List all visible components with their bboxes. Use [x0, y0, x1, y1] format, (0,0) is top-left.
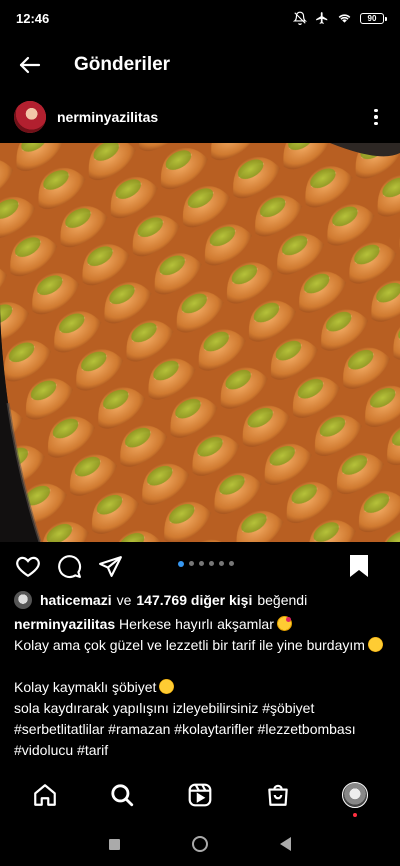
alarm-off-icon: [293, 11, 307, 25]
search-icon[interactable]: [100, 773, 144, 817]
caption-hashtags-1[interactable]: #serbetlitatlilar #ramazan #kolaytarifle…: [14, 719, 390, 740]
carousel-dot: [219, 561, 224, 566]
bookmark-filled-icon[interactable]: [345, 552, 373, 580]
likes-summary[interactable]: haticemazi ve 147.769 diğer kişi beğendi: [14, 591, 312, 609]
bottom-navigation: [0, 772, 400, 818]
comment-icon[interactable]: [55, 552, 83, 580]
baklava-photo: [0, 143, 400, 542]
battery-icon: 90: [360, 12, 387, 24]
post-actions: [0, 548, 400, 584]
caption-line-3: Kolay kaymaklı şöbiyet: [14, 679, 157, 695]
carousel-dot: [209, 561, 214, 566]
smiling-face-icon: [367, 637, 383, 652]
carousel-dot: [189, 561, 194, 566]
heart-eyes-icon: [159, 679, 175, 694]
carousel-dot: [178, 560, 184, 567]
page-title: Gönderiler: [74, 54, 171, 75]
status-bar: 12:46 90: [0, 0, 400, 36]
caption-author[interactable]: nerminyazilitas: [14, 616, 115, 632]
system-navigation: [0, 822, 400, 866]
liker-avatar: [14, 591, 32, 609]
caption-line-4: sola kaydırarak yapılışını izleyebilirsi…: [14, 700, 315, 716]
status-time: 12:46: [16, 10, 50, 26]
system-back-icon[interactable]: [280, 837, 291, 851]
likes-connector: ve: [116, 592, 132, 608]
home-button-icon[interactable]: [192, 836, 208, 852]
post-caption: nerminyazilitas Herkese hayırlı akşamlar…: [14, 614, 390, 761]
home-icon[interactable]: [23, 773, 67, 817]
arrow-left-icon[interactable]: [14, 49, 46, 81]
heart-outline-icon[interactable]: [14, 552, 42, 580]
smiling-face-with-hearts-icon: [276, 616, 292, 631]
caption-hashtags-2[interactable]: #vidolucu #tarif: [14, 740, 390, 761]
recents-icon[interactable]: [109, 838, 120, 850]
carousel-indicator: [178, 560, 234, 567]
likes-suffix: beğendi: [257, 592, 308, 608]
more-vertical-icon[interactable]: [366, 103, 386, 131]
shop-icon[interactable]: [256, 773, 300, 817]
reels-icon[interactable]: [178, 773, 222, 817]
send-icon[interactable]: [96, 552, 124, 580]
carousel-dot: [199, 561, 204, 566]
caption-line-2: Kolay ama çok güzel ve lezzetli bir tari…: [14, 637, 365, 653]
liker-name[interactable]: haticemazi: [40, 592, 112, 608]
notification-dot: [353, 813, 358, 817]
carousel-dot: [229, 561, 234, 566]
profile-avatar[interactable]: [333, 773, 377, 817]
app-bar: Gönderiler: [0, 40, 400, 90]
likes-count[interactable]: 147.769 diğer kişi: [136, 592, 252, 608]
avatar[interactable]: [14, 101, 46, 133]
post-image[interactable]: [0, 143, 400, 542]
post-username[interactable]: nerminyazilitas: [57, 109, 158, 125]
airplane-icon: [315, 11, 329, 25]
caption-line-1: Herkese hayırlı akşamlar: [119, 616, 274, 632]
wifi-icon: [337, 11, 352, 25]
post-header: nerminyazilitas: [0, 98, 400, 136]
